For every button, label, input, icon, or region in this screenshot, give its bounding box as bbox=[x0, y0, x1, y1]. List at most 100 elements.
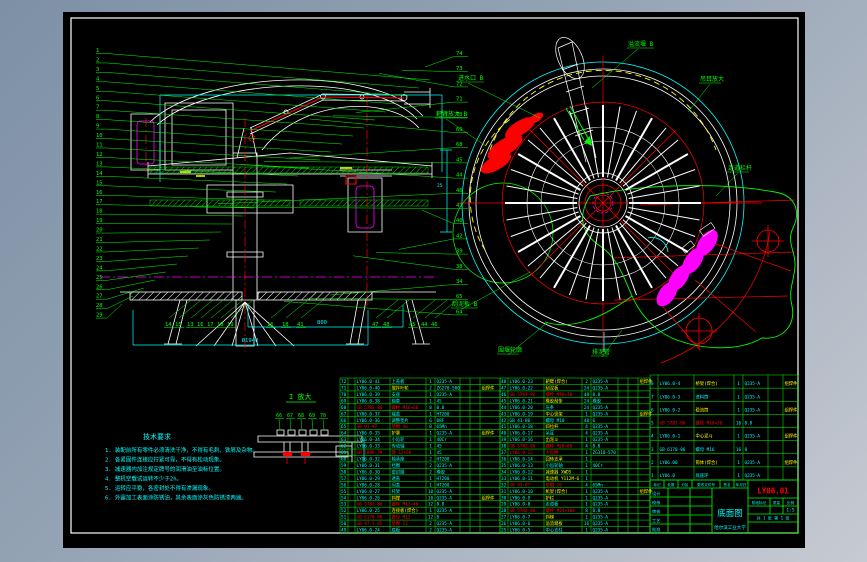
callout-number: 13 bbox=[187, 322, 194, 328]
bom-cell-name: 传动轴 bbox=[392, 443, 405, 450]
bom-cell-code: GB 5782-86 bbox=[510, 444, 536, 450]
bom-cell-qty: 1 bbox=[585, 463, 588, 469]
bom-cell-no: 7 bbox=[651, 394, 654, 400]
callout-number: 14 bbox=[96, 171, 103, 177]
bom-cell-code: LY06.0-25 bbox=[357, 508, 381, 514]
bom-cell-code: LY06.0-26 bbox=[357, 495, 381, 501]
callout-number: 18 bbox=[282, 322, 289, 328]
callout-number: 17 bbox=[207, 322, 214, 328]
callout-number: 72 bbox=[456, 81, 463, 87]
callout-number: 42 bbox=[456, 233, 463, 239]
callout-number: 27 bbox=[96, 294, 103, 300]
bom-cell-material: 65Mn bbox=[593, 482, 604, 488]
detail-callout-number: 68 bbox=[298, 413, 304, 419]
callout-number: 18 bbox=[96, 209, 103, 215]
bom-cell-material: Q235-A bbox=[745, 460, 761, 466]
bom-cell-remark: 组焊件 bbox=[482, 384, 496, 391]
bom-cell-qty: 1 bbox=[429, 482, 432, 488]
bom-cell-name: 密封圈 bbox=[392, 468, 405, 475]
bom-cell-code: GB 5783-86 bbox=[510, 392, 536, 398]
dim-side: 25 bbox=[437, 183, 443, 189]
note-line: 2. 各紧固件连接应拧紧可靠，不得有松动现象。 bbox=[105, 456, 225, 464]
callout-number: 34 bbox=[456, 279, 463, 285]
sheet-info: 共 1 张 第 1 张 bbox=[757, 515, 790, 521]
bom-cell-no: 51 bbox=[341, 515, 347, 521]
bom-cell-code: LY06.0-33 bbox=[357, 444, 381, 450]
bom-cell-no: 6 bbox=[651, 407, 654, 413]
bom-cell-material: 8.8 bbox=[437, 502, 445, 508]
bom-cell-material: Q235-A bbox=[437, 431, 453, 437]
callout-number: 46 bbox=[456, 188, 463, 194]
bom-cell-name: 螺母 M10 bbox=[546, 417, 565, 424]
bom-cell-material: Q235-A bbox=[593, 379, 609, 385]
bom-cell-material: Q235-A bbox=[593, 405, 609, 411]
bom-cell-no: 42 bbox=[501, 418, 507, 424]
bom-cell-material: ZG310-570 bbox=[593, 450, 617, 456]
bom-cell-qty: 12 bbox=[428, 502, 434, 508]
bom-cell-material: Q235-A bbox=[593, 385, 609, 391]
bom-cell-qty: 48 bbox=[584, 392, 590, 398]
bom-cell-material: 40Cr bbox=[437, 437, 448, 443]
bom-cell-name: 轴承座 bbox=[392, 456, 406, 463]
bom-cell-name: 螺栓 M20×80 bbox=[546, 443, 573, 450]
bom-cell-qty: 1 bbox=[429, 444, 432, 450]
base-plate-left bbox=[129, 291, 243, 301]
bom-cell-no: 59 bbox=[341, 463, 347, 469]
bom-cell-material: Q235-A bbox=[745, 407, 761, 413]
note-line: 6. 外露加工表面涂防锈油，其余表面涂灰色防锈漆两遍。 bbox=[105, 494, 247, 502]
bom-cell-name: 护罩 bbox=[392, 430, 401, 437]
bom-cell-code: LY06.0-13 bbox=[510, 463, 534, 469]
detail-label: I 放大 bbox=[289, 392, 311, 401]
bom-cell-no: 35 bbox=[501, 463, 507, 469]
bom-cell-qty: 12 bbox=[428, 515, 434, 521]
deck-hatch-band-left bbox=[149, 199, 291, 207]
titleblock-top-cell: 签名 bbox=[723, 482, 731, 487]
detail-callout-number: 67 bbox=[287, 413, 293, 419]
bom-cell-no: 47 bbox=[501, 385, 507, 391]
plan-view-label: 走道栏杆 bbox=[728, 164, 752, 172]
bom-cell-code: LY06.0-9 bbox=[510, 495, 531, 501]
bom-cell-no: 61 bbox=[341, 450, 347, 456]
bom-cell-code: GB 97.1-85 bbox=[357, 521, 383, 527]
bom-cell-name: 橡胶刮条 bbox=[546, 397, 564, 404]
bom-cell-code: GB 5782-86 bbox=[510, 508, 536, 514]
bom-cell-name: 中心泥斗 bbox=[696, 433, 714, 440]
bom-cell-material: Q235-A bbox=[437, 489, 453, 495]
detail-callout-number: 66 bbox=[276, 413, 282, 419]
bom-cell-qty: 2 bbox=[429, 469, 432, 475]
callout-number: 45 bbox=[409, 322, 416, 328]
bom-cell-material: Q235-A bbox=[593, 489, 609, 495]
bom-cell-material: 橡胶 bbox=[437, 468, 446, 475]
bom-cell-code: LY06.0-15 bbox=[510, 450, 534, 456]
bom-cell-qty: 1 bbox=[585, 528, 588, 534]
callout-number: 68 bbox=[456, 142, 463, 148]
note-line: 3. 减速器内加注规定牌号的润滑油至油标位置。 bbox=[105, 465, 225, 473]
bom-cell-name: 挡圈 bbox=[392, 462, 401, 469]
bom-cell-code: LY06.0-10 bbox=[510, 489, 534, 495]
bom-cell-material: Q235-A bbox=[437, 463, 453, 469]
plan-view-label: 进水口 B bbox=[458, 74, 484, 82]
bom-cell-name: 机架(焊合) bbox=[546, 488, 568, 495]
bom-cell-no: 55 bbox=[341, 489, 347, 495]
bom-cell-material: Q235-A bbox=[593, 424, 609, 430]
bom-cell-code: GB 6170-86 bbox=[660, 447, 686, 453]
callout-number: 15 bbox=[175, 322, 182, 328]
bom-cell-name: 出泥斗 bbox=[546, 436, 560, 443]
bom-cell-code: LY06.0-11 bbox=[510, 476, 534, 482]
callout-number: 17 bbox=[96, 199, 103, 205]
bom-cell-no: 33 bbox=[501, 476, 507, 482]
bom-cell-material: Q235-A bbox=[593, 502, 609, 508]
bom-cell-material: 8.8 bbox=[593, 392, 601, 398]
callout-number: 1 bbox=[96, 48, 99, 54]
plan-view-label: 溢流堰 B bbox=[628, 40, 654, 48]
bom-cell-code: LY06.0-29 bbox=[357, 476, 381, 482]
bom-cell-code: LY06.0-7 bbox=[510, 515, 531, 521]
bom-cell-name: 螺栓 M24×100 bbox=[546, 507, 576, 514]
drawing-title: 底面图 bbox=[717, 508, 743, 519]
bom-cell-name: 电动机 Y112M-6 bbox=[546, 475, 580, 482]
bom-cell-code: LY06.0-21 bbox=[510, 398, 534, 404]
bom-cell-qty: 1 bbox=[737, 473, 740, 479]
callout-number: 21 bbox=[96, 237, 103, 243]
bom-cell-no: 31 bbox=[501, 489, 507, 495]
bom-cell-no: 39 bbox=[501, 437, 507, 443]
